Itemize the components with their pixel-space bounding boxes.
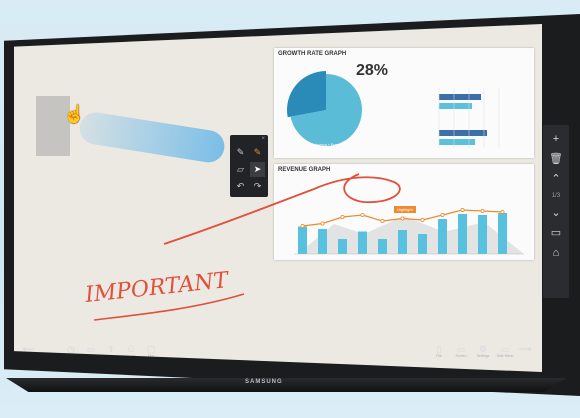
whiteboard-screen[interactable]: ☝ × ✎ ✎ ▱ ➤ ↶ ↷ GROWTH RATE GRAPH 28% America… bbox=[14, 24, 542, 372]
folder-icon: ▭ bbox=[86, 344, 96, 354]
home-icon[interactable]: ⌂ bbox=[546, 247, 566, 259]
file-button[interactable]: ▯ File bbox=[428, 344, 450, 358]
display-button[interactable]: ▭ Screen bbox=[450, 344, 472, 358]
share-icon: ⇪ bbox=[107, 344, 115, 354]
menu-button[interactable]: ▭ Side Menu bbox=[494, 344, 516, 358]
toolbar-label: Side Menu bbox=[496, 354, 514, 358]
forward-arrow-button[interactable]: ⟶ bbox=[514, 344, 536, 354]
screen-button[interactable]: ▢ Tips bbox=[140, 344, 162, 358]
annotation-text: IMPORTANT bbox=[83, 268, 232, 308]
user-icon: ⚇ bbox=[126, 344, 136, 354]
file-icon: ▯ bbox=[436, 344, 442, 354]
screen-icon: ▢ bbox=[146, 344, 156, 354]
side-panel[interactable]: + 🗑 ⌃ 1/3 ⌄ ▭ ⌂ bbox=[543, 125, 569, 298]
gear-button[interactable]: ⚙ Settings bbox=[472, 344, 494, 358]
trash-icon[interactable]: 🗑 bbox=[546, 153, 566, 165]
chevron-up-icon[interactable]: ⌃ bbox=[546, 173, 566, 185]
monitor-icon[interactable]: ▭ bbox=[546, 227, 566, 239]
display-stand bbox=[6, 378, 566, 392]
page-indicator: 1/3 bbox=[551, 193, 561, 199]
chevron-down-icon[interactable]: ⌄ bbox=[546, 207, 566, 219]
plus-icon[interactable]: + bbox=[546, 133, 566, 145]
circle-annotation-stroke bbox=[163, 173, 401, 245]
brand-logo: SAMSUNG bbox=[245, 379, 283, 385]
display-icon: ▭ bbox=[456, 344, 466, 354]
toolbar-label: Screen bbox=[455, 354, 467, 358]
handwriting-layer: IMPORTANT bbox=[83, 173, 401, 321]
toolbar-label: File bbox=[436, 354, 442, 358]
menu-icon: ▭ bbox=[500, 344, 510, 354]
forward-arrow-icon: ⟶ bbox=[518, 344, 532, 354]
toolbar-label: Settings bbox=[476, 354, 490, 358]
clock-icon: ◷ bbox=[67, 344, 75, 354]
gear-icon: ⚙ bbox=[478, 344, 488, 354]
